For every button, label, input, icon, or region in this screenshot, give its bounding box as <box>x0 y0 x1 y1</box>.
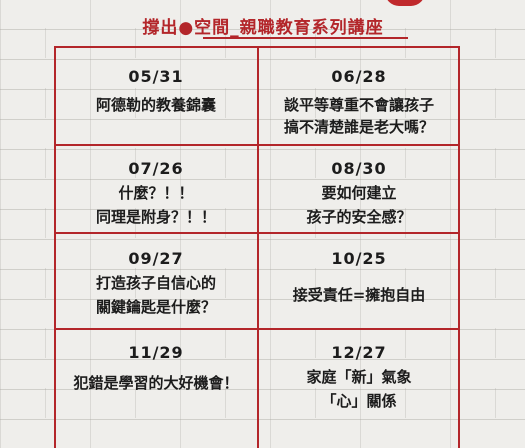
lecture-date: 06/28 <box>331 67 387 86</box>
lecture-date: 09/27 <box>128 249 184 268</box>
lecture-title-line: 孩子的安全感？ <box>306 208 412 226</box>
lecture-title-line: 要如何建立 <box>321 184 397 202</box>
schedule-grid: 05/31 阿德勒的教養錦囊 06/28 談平等尊重不會讓孩子 搞不清楚誰是老大… <box>54 46 460 448</box>
lecture-title-line: 打造孩子自信心的 <box>95 274 216 292</box>
lecture-title-line: 阿德勒的教養錦囊 <box>95 96 216 114</box>
lecture-title-line: 談平等尊重不會讓孩子 <box>283 96 434 114</box>
lecture-title-line: 家庭「新」氣象 <box>306 368 412 386</box>
title-underline <box>203 37 408 39</box>
lecture-date: 10/25 <box>331 249 387 268</box>
lecture-cell-1025: 10/25 接受責任=擁抱自由 <box>259 248 459 306</box>
lecture-cell-0830: 08/30 要如何建立 孩子的安全感？ <box>259 158 459 228</box>
lecture-title-line: 「心」關係 <box>321 392 397 410</box>
lecture-title-line: 搞不清楚誰是老大嗎？ <box>283 118 434 136</box>
grid-divider-row-3 <box>56 328 458 330</box>
lecture-title-line: 什麼？！！ <box>118 184 194 202</box>
lecture-cell-0927: 09/27 打造孩子自信心的 關鍵鑰匙是什麼？ <box>56 248 256 318</box>
lecture-cell-0531: 05/31 阿德勒的教養錦囊 <box>56 66 256 116</box>
series-title: 撐出●空間_親職教育系列講座 <box>108 12 418 44</box>
lecture-title-line: 關鍵鑰匙是什麼？ <box>95 298 216 316</box>
lecture-date: 05/31 <box>128 67 184 86</box>
lecture-cell-0628: 06/28 談平等尊重不會讓孩子 搞不清楚誰是老大嗎？ <box>259 66 459 138</box>
lecture-title-line: 犯錯是學習的大好機會！ <box>73 374 239 392</box>
lecture-date: 07/26 <box>128 159 184 178</box>
grid-divider-row-1 <box>56 144 458 146</box>
lecture-cell-0726: 07/26 什麼？！！ 同理是附身？！！ <box>56 158 256 228</box>
lecture-title-line: 接受責任=擁抱自由 <box>292 286 426 304</box>
grid-divider-row-2 <box>56 232 458 234</box>
lecture-cell-1227: 12/27 家庭「新」氣象 「心」關係 <box>259 342 459 412</box>
lecture-date: 12/27 <box>331 343 387 362</box>
lecture-date: 08/30 <box>331 159 387 178</box>
lecture-title-line: 同理是附身？！！ <box>95 208 216 226</box>
lecture-cell-1129: 11/29 犯錯是學習的大好機會！ <box>56 342 256 394</box>
lecture-date: 11/29 <box>128 343 184 362</box>
series-title-text: 撐出●空間_親職教育系列講座 <box>142 18 384 38</box>
